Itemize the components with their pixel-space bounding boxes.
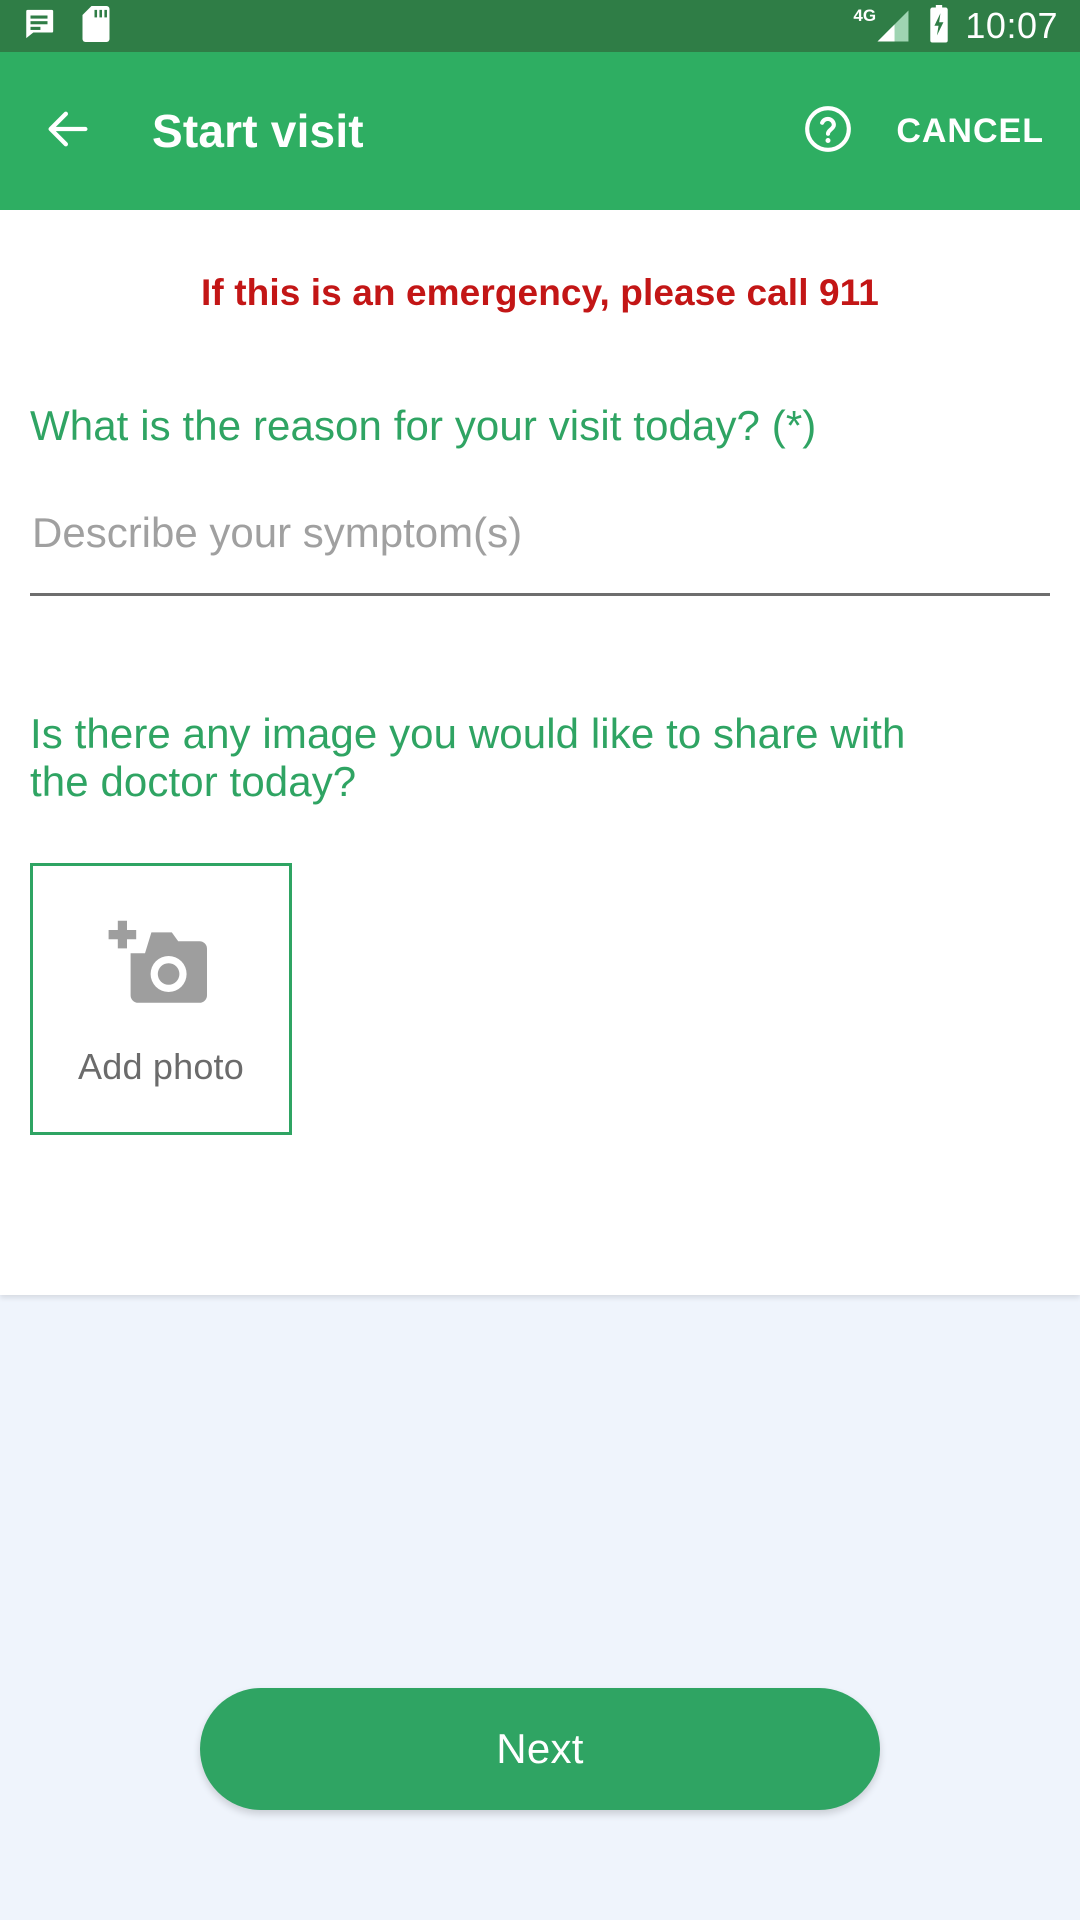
page-title: Start visit xyxy=(152,105,364,157)
status-bar-clock: 10:07 xyxy=(965,5,1058,46)
image-share-question-label: Is there any image you would like to sha… xyxy=(30,710,906,805)
sd-card-icon xyxy=(82,5,110,47)
form-card: If this is an emergency, please call 911… xyxy=(0,210,1080,1295)
emergency-notice: If this is an emergency, please call 911 xyxy=(201,272,879,313)
status-bar-left-icons xyxy=(22,5,110,47)
cancel-button[interactable]: CANCEL xyxy=(896,112,1044,151)
app-bar-actions: CANCEL xyxy=(800,103,1044,159)
footer-area: Next xyxy=(0,1295,1080,1920)
app-screen: 4G 10:07 Start visit CANCEL If this is a… xyxy=(0,0,1080,1920)
battery-charging-icon xyxy=(927,4,951,48)
status-bar: 4G 10:07 xyxy=(0,0,1080,52)
message-icon xyxy=(22,7,56,46)
network-type-label: 4G xyxy=(853,6,877,25)
symptom-field-wrapper xyxy=(30,509,1050,597)
back-button[interactable] xyxy=(40,103,96,159)
help-circle-icon xyxy=(802,103,854,160)
status-bar-right-icons: 4G 10:07 xyxy=(853,4,1058,48)
next-button[interactable]: Next xyxy=(200,1688,880,1810)
symptom-input[interactable] xyxy=(30,509,1050,594)
signal-strength-icon: 4G xyxy=(853,7,913,43)
add-photo-button[interactable]: Add photo xyxy=(30,863,292,1136)
photo-row: Add photo xyxy=(30,863,1050,1136)
symptom-input-underline xyxy=(30,593,1050,597)
reason-question-label: What is the reason for your visit today?… xyxy=(30,402,817,449)
arrow-left-icon xyxy=(42,103,94,160)
add-photo-label: Add photo xyxy=(78,1045,244,1087)
app-bar: Start visit CANCEL xyxy=(0,52,1080,210)
help-button[interactable] xyxy=(800,103,856,159)
add-a-photo-icon xyxy=(105,915,217,1018)
